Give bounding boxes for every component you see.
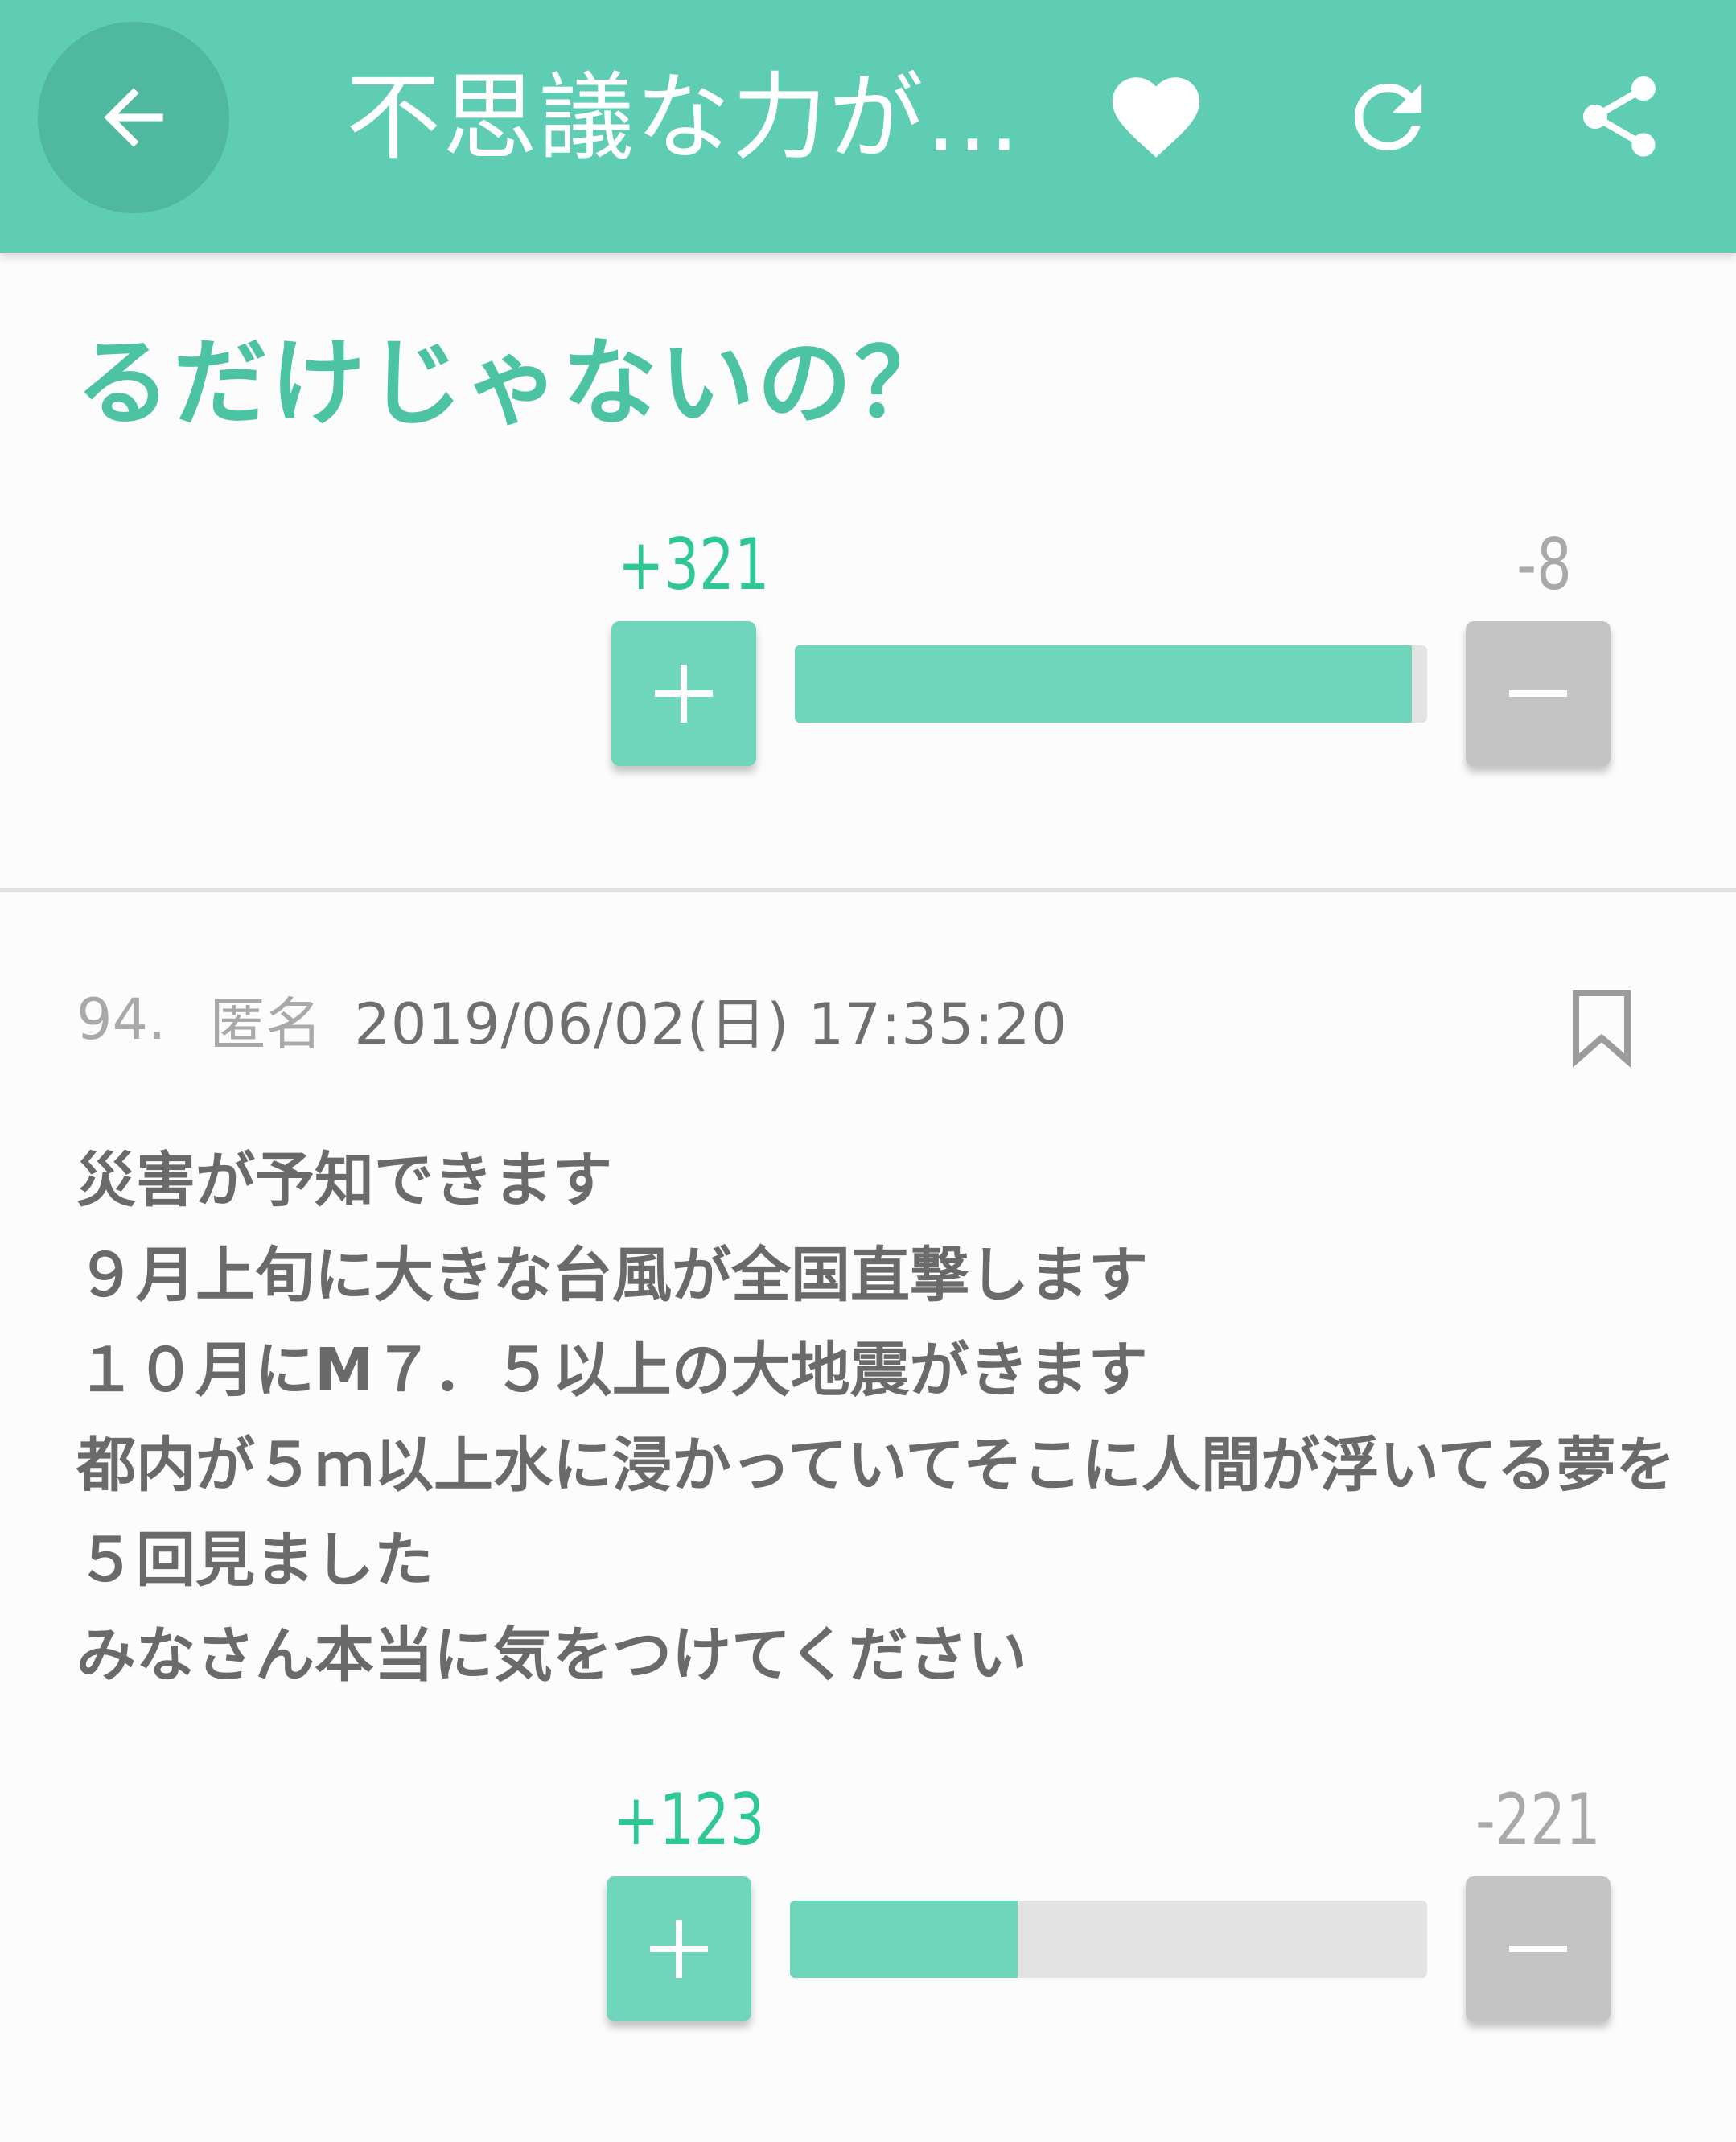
share-icon — [1583, 76, 1656, 157]
bookmark-button[interactable] — [1565, 983, 1638, 1072]
plus-vote-button[interactable] — [611, 621, 756, 766]
plus-icon — [655, 665, 713, 723]
vote-ratio-bar — [790, 1901, 1427, 1978]
minus-icon — [1509, 1946, 1567, 1952]
comment-line: 都内が５ｍ以上水に浸かっていてそこに人間が浮いてる夢を — [76, 1431, 1676, 1500]
minus-vote-count: -221 — [1475, 1778, 1601, 1861]
refresh-icon — [1354, 83, 1421, 150]
favorite-button[interactable] — [1096, 56, 1216, 177]
vote-panel-comment-94: +123 -221 — [0, 1762, 1736, 2028]
vote-ratio-fill — [795, 645, 1412, 723]
minus-vote-count: -8 — [1516, 523, 1572, 606]
vote-panel-previous: +321 -8 — [0, 507, 1736, 772]
comment-line: ９月上旬に大きな台風が全国直撃します — [76, 1241, 1148, 1310]
plus-vote-button[interactable] — [607, 1876, 751, 2021]
vote-ratio-fill — [790, 1901, 1018, 1978]
comment-divider — [0, 888, 1736, 892]
arrow-left-icon — [104, 88, 163, 147]
plus-icon — [650, 1920, 708, 1978]
comment-date: 2019/06/02(日) 17:35:20 — [354, 991, 1068, 1057]
comment-line: みなさん本当に気をつけてください — [76, 1621, 1027, 1690]
share-button[interactable] — [1559, 56, 1680, 177]
heart-icon — [1112, 77, 1200, 158]
plus-vote-count: +321 — [618, 523, 770, 606]
plus-vote-count: +123 — [613, 1778, 765, 1861]
minus-vote-button[interactable] — [1466, 1876, 1611, 2021]
comment-body: 災害が予知できます ９月上旬に大きな台風が全国直撃します １０月にM７．５以上の… — [76, 1133, 1685, 1703]
comment-line: １０月にM７．５以上の大地震がきます — [76, 1336, 1148, 1405]
refresh-button[interactable] — [1327, 56, 1448, 177]
vote-ratio-bar — [795, 645, 1427, 723]
comment-number: 94. — [76, 987, 167, 1052]
app-bar: 不思議な力が… — [0, 0, 1736, 253]
comment-meta: 94. 匿名 2019/06/02(日) 17:35:20 — [76, 983, 1068, 1057]
comment-line: ５回見ました — [76, 1526, 434, 1595]
comment-author: 匿名 — [209, 991, 323, 1057]
bookmark-icon — [1573, 990, 1631, 1067]
comment-line: 災害が予知できます — [76, 1146, 612, 1215]
back-button[interactable] — [38, 22, 229, 213]
page-title: 不思議な力が… — [346, 62, 1022, 173]
previous-comment-text: るだけじゃないの？ — [76, 327, 952, 439]
minus-vote-button[interactable] — [1466, 621, 1611, 766]
minus-icon — [1509, 690, 1567, 697]
